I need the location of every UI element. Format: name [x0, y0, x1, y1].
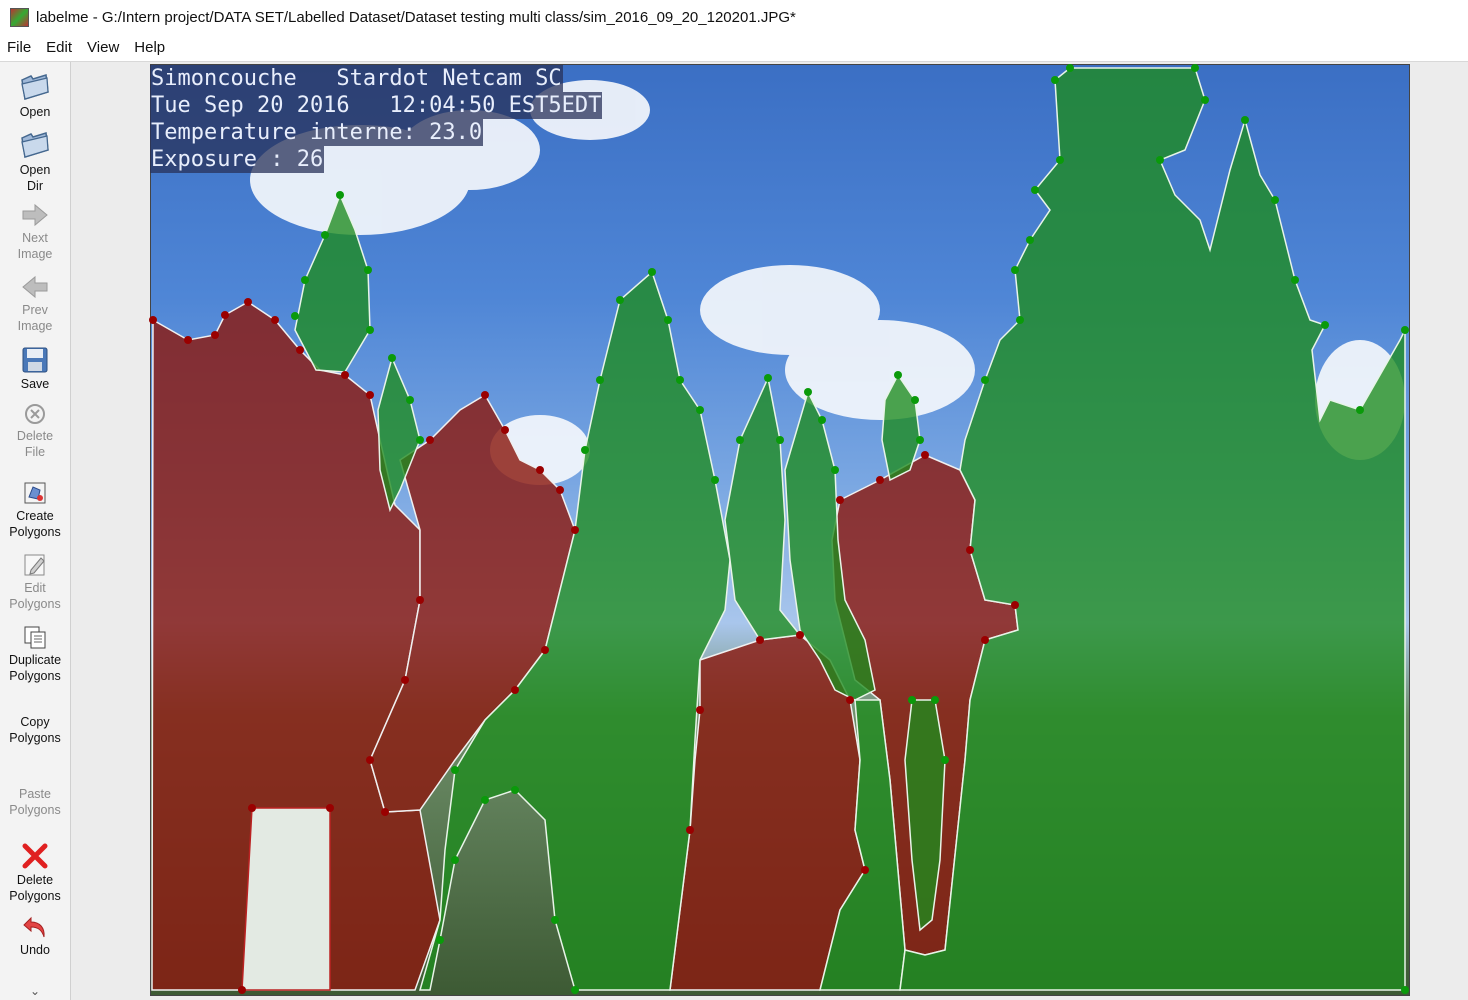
white-sign-region: [241, 807, 331, 991]
green-polygon-large-right[interactable]: [899, 67, 1406, 991]
camera-overlay-line-2: Tue Sep 20 2016 12:04:50 EST5EDT: [150, 92, 603, 119]
camera-overlay-line-4: Exposure : 26: [150, 146, 325, 173]
camera-overlay-line-3: Temperature interne: 23.0: [150, 119, 484, 146]
camera-overlay-line-1: Simoncouche Stardot Netcam SC: [150, 65, 563, 92]
